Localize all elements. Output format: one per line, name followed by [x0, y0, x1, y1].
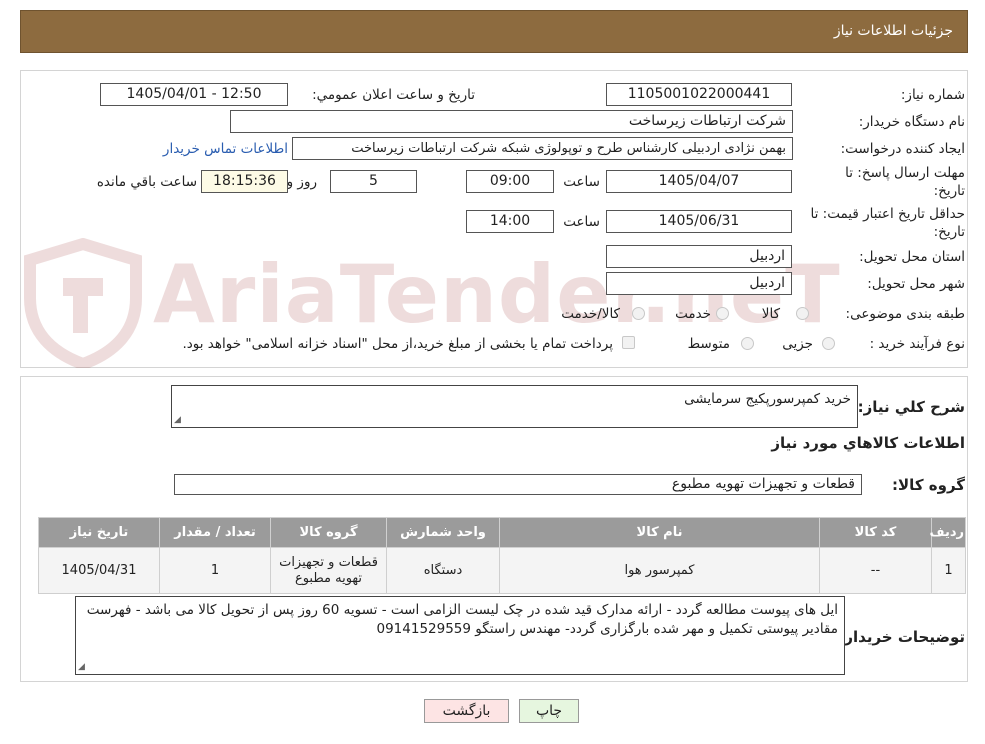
- validity-label-line1: حداقل تاریخ اعتبار قیمت: تا: [810, 206, 965, 222]
- purchase-type-label: نوع فرآیند خرید :: [869, 336, 965, 352]
- category-radio-goods[interactable]: [796, 307, 809, 320]
- print-button[interactable]: چاپ: [519, 699, 579, 723]
- deadline-date-field: 1405/04/07: [606, 170, 792, 193]
- requester-field: بهمن نژادی اردبیلی کارشناس طرح و توپولوژ…: [292, 137, 793, 160]
- category-radio-goods-service[interactable]: [632, 307, 645, 320]
- purchase-radio-medium[interactable]: [741, 337, 754, 350]
- cell-quantity: 1: [159, 547, 271, 594]
- col-header-row-number: ردیف: [929, 517, 966, 548]
- general-desc-textarea[interactable]: خرید کمپرسورپکیج سرمایشی ◢: [171, 385, 858, 428]
- validity-time-field: 14:00: [466, 210, 554, 233]
- province-label: استان محل تحویل:: [859, 249, 965, 265]
- province-field: اردبیل: [606, 245, 792, 268]
- cell-need-date: 1405/04/31: [38, 547, 160, 594]
- resize-grip-icon[interactable]: ◢: [78, 663, 85, 672]
- category-option-goods-service: کالا/خدمت: [561, 306, 620, 322]
- time-remaining-label: ساعت باقي مانده: [96, 174, 197, 190]
- need-number-field: 1105001022000441: [606, 83, 792, 106]
- table-header-row: ردیف کد کالا نام کالا واحد شمارش گروه کا…: [38, 517, 966, 548]
- table-row: 1 -- کمپرسور هوا دستگاه قطعات و تجهیزات …: [38, 547, 966, 594]
- day-and-label: روز و: [286, 174, 317, 190]
- buyer-notes-label: توضیحات خریدار:: [838, 628, 965, 646]
- resize-grip-icon[interactable]: ◢: [174, 416, 181, 425]
- deadline-label-line2: تاریخ:: [933, 183, 965, 199]
- cell-item-code: --: [819, 547, 932, 594]
- buyer-org-field: شرکت ارتباطات زیرساخت: [230, 110, 793, 133]
- col-header-item-name: نام کالا: [499, 517, 820, 548]
- goods-table: ردیف کد کالا نام کالا واحد شمارش گروه کا…: [38, 517, 966, 594]
- cell-item-name: کمپرسور هوا: [499, 547, 820, 594]
- goods-info-heading: اطلاعات کالاهاي مورد نیاز: [771, 434, 965, 452]
- deadline-time-field: 09:00: [466, 170, 554, 193]
- col-header-group: گروه کالا: [270, 517, 387, 548]
- category-option-goods: کالا: [761, 306, 780, 322]
- deadline-label-line1: مهلت ارسال پاسخ: تا: [845, 165, 965, 181]
- city-field: اردبیل: [606, 272, 792, 295]
- purchase-radio-minor[interactable]: [822, 337, 835, 350]
- announce-datetime-label: تاریخ و ساعت اعلان عمومي:: [312, 87, 475, 103]
- treasury-checkbox[interactable]: [622, 336, 635, 349]
- cell-unit: دستگاه: [386, 547, 500, 594]
- category-radio-service[interactable]: [716, 307, 729, 320]
- general-desc-label: شرح کلي نیاز:: [857, 398, 965, 416]
- cell-group: قطعات و تجهیزات تهویه مطبوع: [270, 547, 387, 594]
- purchase-option-minor: جزیی: [782, 336, 813, 352]
- goods-group-label: گروه کالا:: [892, 476, 965, 494]
- announce-datetime-field: 1405/04/01 - 12:50: [100, 83, 288, 106]
- treasury-note: پرداخت تمام یا بخشی از مبلغ خرید،از محل …: [182, 336, 613, 352]
- col-header-item-code: کد کالا: [819, 517, 932, 548]
- col-header-need-date: تاریخ نیاز: [38, 517, 160, 548]
- general-desc-text: خرید کمپرسورپکیج سرمایشی: [684, 391, 851, 407]
- buyer-notes-text: ایل های پیوست مطالعه گردد - ارائه مدارک …: [86, 602, 838, 637]
- validity-time-label: ساعت: [563, 214, 600, 230]
- time-remaining-field: 18:15:36: [201, 170, 288, 193]
- buyer-contact-link[interactable]: اطلاعات تماس خریدار: [163, 141, 288, 157]
- page-title: جزئیات اطلاعات نیاز: [833, 23, 953, 39]
- need-number-label: شماره نیاز:: [900, 87, 965, 103]
- category-label: طبقه بندی موضوعی:: [845, 306, 965, 322]
- col-header-quantity: تعداد / مقدار: [159, 517, 271, 548]
- buyer-notes-textarea[interactable]: ایل های پیوست مطالعه گردد - ارائه مدارک …: [75, 596, 845, 675]
- days-remaining-field: 5: [330, 170, 417, 193]
- page-header: جزئیات اطلاعات نیاز: [20, 10, 968, 53]
- validity-label-line2: تاریخ:: [933, 224, 965, 240]
- purchase-option-medium: متوسط: [687, 336, 730, 352]
- deadline-time-label: ساعت: [563, 174, 600, 190]
- validity-date-field: 1405/06/31: [606, 210, 792, 233]
- category-option-service: خدمت: [675, 306, 711, 322]
- buyer-org-label: نام دستگاه خریدار:: [858, 114, 965, 130]
- goods-group-field: قطعات و تجهیزات تهویه مطبوع: [174, 474, 862, 495]
- back-button[interactable]: بازگشت: [424, 699, 509, 723]
- col-header-unit: واحد شمارش: [386, 517, 500, 548]
- city-label: شهر محل تحویل:: [867, 276, 965, 292]
- requester-label: ایجاد کننده درخواست:: [840, 141, 965, 157]
- cell-row-number: 1: [931, 547, 966, 594]
